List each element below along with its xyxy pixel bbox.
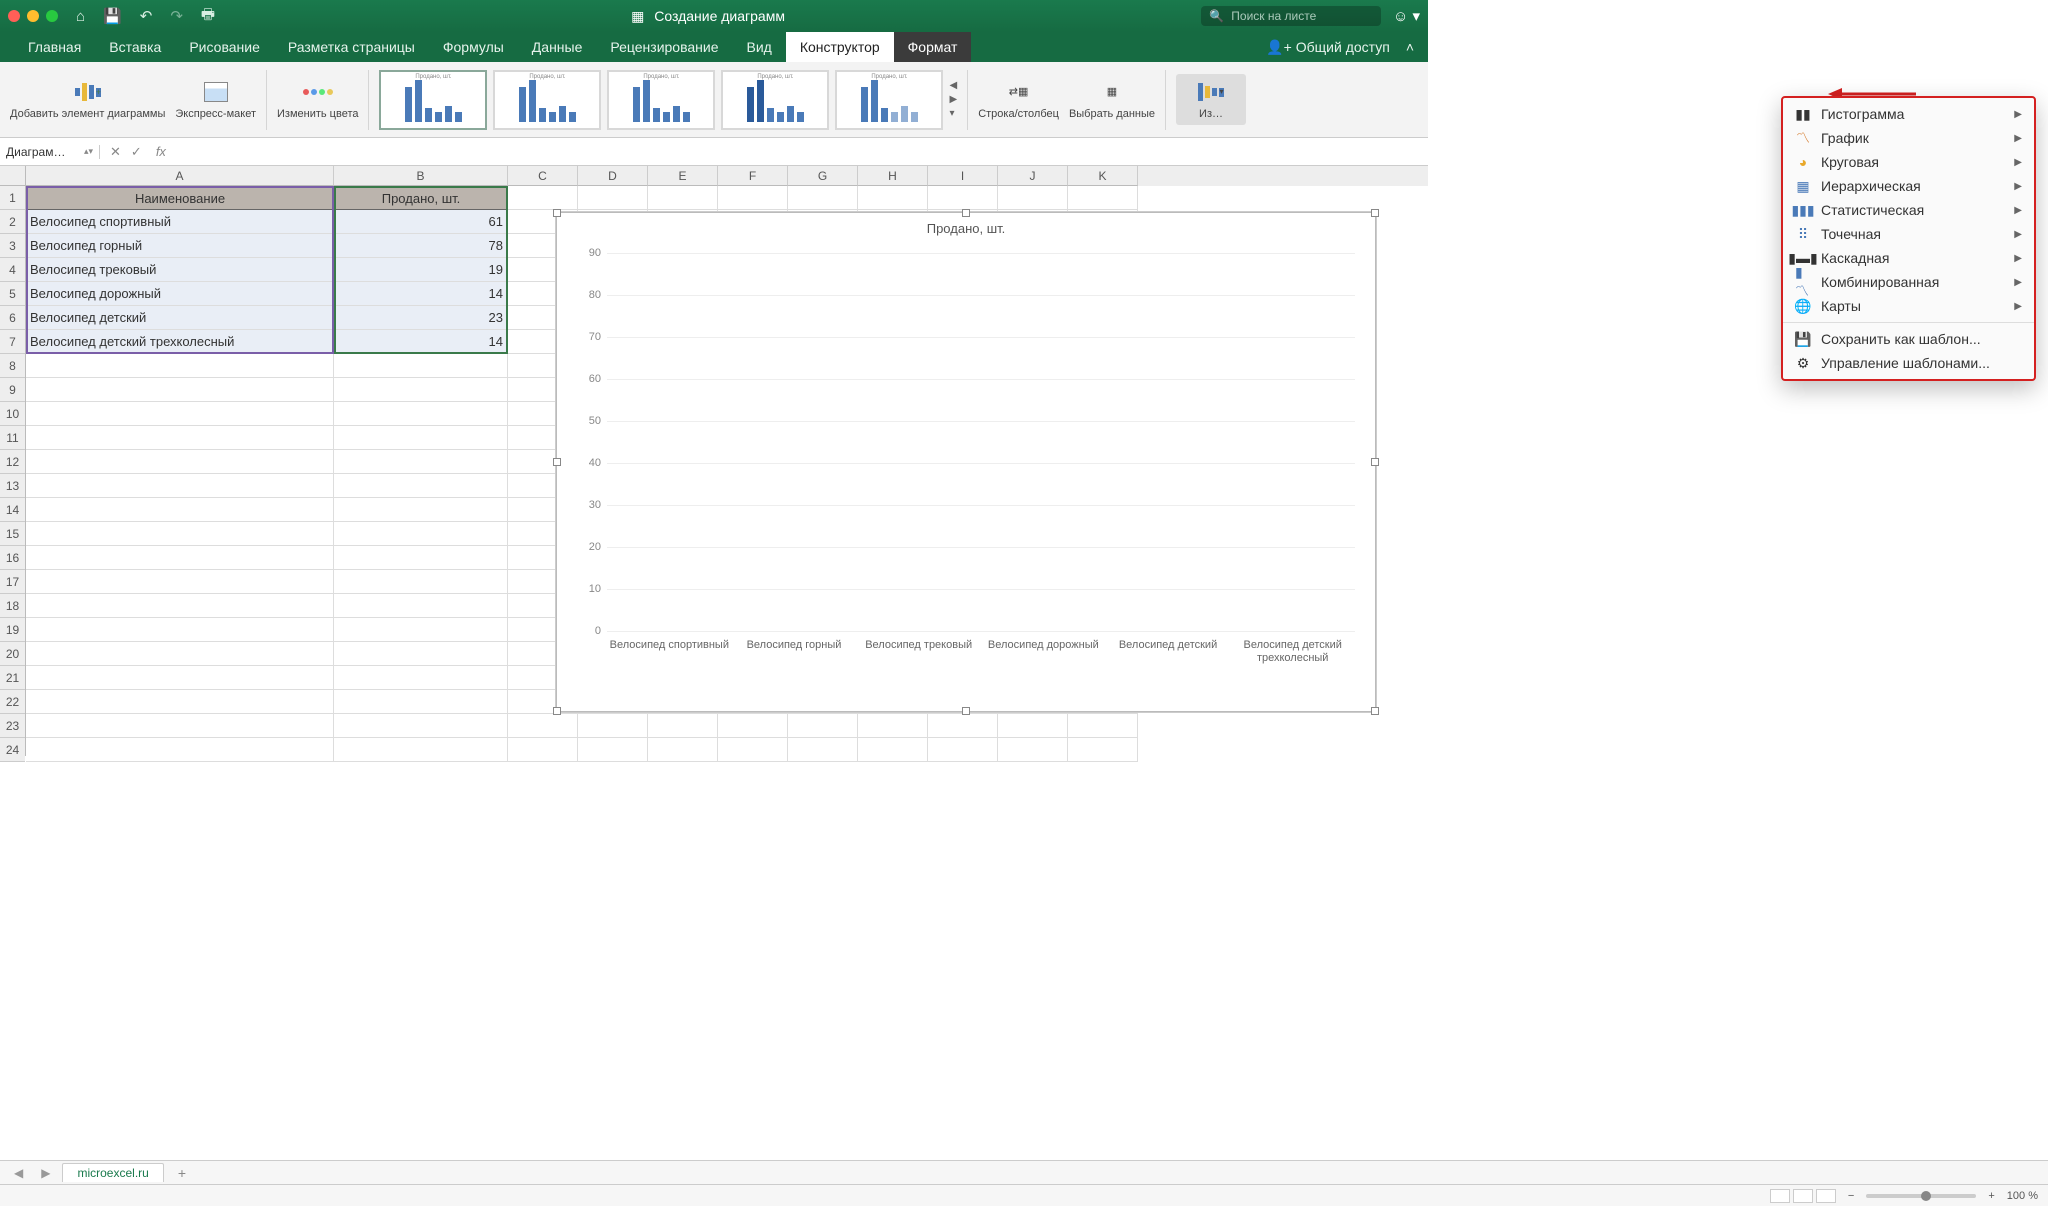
chart-styles-gallery[interactable]: Продано, шт. Продано, шт. Продано, шт. П… bbox=[379, 70, 957, 130]
change-chart-type-button[interactable]: ▾ Из… bbox=[1176, 74, 1246, 124]
row-headers[interactable]: 123456789101112131415161718192021222324 bbox=[0, 186, 26, 756]
menu-manage-templates[interactable]: ⚙Управление шаблонами... bbox=[1783, 351, 2034, 375]
chart-style-1[interactable]: Продано, шт. bbox=[379, 70, 487, 130]
switch-row-column-button[interactable]: ⇄▦ Строка/столбец bbox=[978, 78, 1059, 120]
tab-draw[interactable]: Рисование bbox=[175, 32, 274, 62]
undo-icon[interactable]: ↶ bbox=[140, 7, 153, 25]
chart-plot-area[interactable]: 0102030405060708090Велосипед спортивныйВ… bbox=[607, 253, 1355, 631]
collapse-ribbon-icon[interactable]: ˄ bbox=[1406, 39, 1414, 55]
menu-save-template[interactable]: 💾Сохранить как шаблон... bbox=[1783, 327, 2034, 351]
quick-access-toolbar: ⌂ 💾 ↶ ↷ 🖶 bbox=[76, 4, 215, 29]
add-chart-element-button[interactable]: + Добавить элемент диаграммы bbox=[10, 78, 165, 120]
manage-templates-icon: ⚙ bbox=[1795, 355, 1811, 371]
tab-home[interactable]: Главная bbox=[14, 32, 95, 62]
menu-histogram[interactable]: ▮▮Гистограмма▶ bbox=[1783, 102, 2034, 126]
chart-type-menu: ▮▮Гистограмма▶ 〽График▶ ◕Круговая▶ ▦Иера… bbox=[1781, 96, 2036, 381]
home-icon[interactable]: ⌂ bbox=[76, 8, 85, 25]
worksheet-grid[interactable]: 123456789101112131415161718192021222324 … bbox=[0, 186, 1428, 756]
redo-icon[interactable]: ↷ bbox=[170, 7, 183, 25]
quick-layout-button[interactable]: Экспресс-макет bbox=[175, 78, 256, 120]
window-controls bbox=[8, 10, 58, 22]
close-window[interactable] bbox=[8, 10, 20, 22]
name-box[interactable]: Диаграм…▴▾ bbox=[0, 145, 100, 159]
minimize-window[interactable] bbox=[27, 10, 39, 22]
scatter-icon: ⠿ bbox=[1795, 226, 1811, 242]
switch-icon: ⇄▦ bbox=[1003, 78, 1035, 106]
combo-chart-icon: ▮〽 bbox=[1795, 274, 1811, 290]
zoom-out[interactable]: − bbox=[1848, 1190, 1854, 1202]
cells-area[interactable]: НаименованиеПродано, шт.Велосипед спорти… bbox=[26, 186, 1428, 756]
menu-scatter[interactable]: ⠿Точечная▶ bbox=[1783, 222, 2034, 246]
sheet-tab[interactable]: microexcel.ru bbox=[62, 1163, 163, 1182]
column-headers[interactable]: ABCDEFGHIJK bbox=[26, 166, 1428, 186]
chart-style-5[interactable]: Продано, шт. bbox=[835, 70, 943, 130]
treemap-icon: ▦ bbox=[1795, 178, 1811, 194]
add-sheet-button[interactable]: + bbox=[170, 1165, 194, 1181]
menu-statistical[interactable]: ▮▮▮Статистическая▶ bbox=[1783, 198, 2034, 222]
tab-formulas[interactable]: Формулы bbox=[429, 32, 518, 62]
column-chart-icon: ▮▮ bbox=[1795, 106, 1811, 122]
tab-page-layout[interactable]: Разметка страницы bbox=[274, 32, 429, 62]
style-gallery-nav[interactable]: ◀▶▾ bbox=[949, 80, 957, 119]
cancel-icon[interactable]: ✕ bbox=[110, 144, 121, 160]
tab-data[interactable]: Данные bbox=[518, 32, 597, 62]
title-bar: ⌂ 💾 ↶ ↷ 🖶 ▦ Создание диаграмм 🔍 Поиск на… bbox=[0, 0, 1428, 32]
enter-icon[interactable]: ✓ bbox=[131, 144, 142, 160]
menu-combo[interactable]: ▮〽Комбинированная▶ bbox=[1783, 270, 2034, 294]
chart-title[interactable]: Продано, шт. bbox=[557, 221, 1375, 236]
zoom-slider[interactable] bbox=[1866, 1194, 1976, 1198]
tab-format[interactable]: Формат bbox=[894, 32, 972, 62]
view-buttons[interactable] bbox=[1770, 1189, 1836, 1203]
save-icon[interactable]: 💾 bbox=[103, 7, 122, 25]
maximize-window[interactable] bbox=[46, 10, 58, 22]
select-data-button[interactable]: ▦ Выбрать данные bbox=[1069, 78, 1155, 120]
embedded-chart[interactable]: Продано, шт. 0102030405060708090Велосипе… bbox=[556, 212, 1376, 712]
menu-line[interactable]: 〽График▶ bbox=[1783, 126, 2034, 150]
menu-maps[interactable]: 🌐Карты▶ bbox=[1783, 294, 2034, 318]
tab-chart-design[interactable]: Конструктор bbox=[786, 32, 894, 62]
document-title: ▦ Создание диаграмм bbox=[215, 8, 1201, 25]
select-all-corner[interactable] bbox=[0, 166, 26, 186]
search-icon: 🔍 bbox=[1209, 9, 1224, 23]
chart-style-3[interactable]: Продано, шт. bbox=[607, 70, 715, 130]
change-colors-button[interactable]: Изменить цвета bbox=[277, 78, 358, 120]
tab-review[interactable]: Рецензирование bbox=[596, 32, 732, 62]
histogram-icon: ▮▮▮ bbox=[1795, 202, 1811, 218]
globe-icon: 🌐 bbox=[1795, 298, 1811, 314]
sheet-nav-next[interactable]: ▶ bbox=[35, 1166, 56, 1180]
sheet-nav-prev[interactable]: ◀ bbox=[8, 1166, 29, 1180]
ribbon: + Добавить элемент диаграммы Экспресс-ма… bbox=[0, 62, 1428, 138]
tab-insert[interactable]: Вставка bbox=[95, 32, 175, 62]
excel-icon: ▦ bbox=[631, 8, 644, 24]
share-button[interactable]: 👤+ Общий доступ bbox=[1266, 39, 1390, 56]
print-icon[interactable]: 🖶 bbox=[201, 4, 215, 29]
menu-hierarchy[interactable]: ▦Иерархическая▶ bbox=[1783, 174, 2034, 198]
pie-chart-icon: ◕ bbox=[1795, 154, 1811, 170]
chart-style-4[interactable]: Продано, шт. bbox=[721, 70, 829, 130]
save-template-icon: 💾 bbox=[1795, 331, 1811, 347]
fx-label[interactable]: fx bbox=[156, 144, 166, 160]
menu-pie[interactable]: ◕Круговая▶ bbox=[1783, 150, 2034, 174]
formula-bar: Диаграм…▴▾ ✕ ✓ fx bbox=[0, 138, 1428, 166]
search-input[interactable]: 🔍 Поиск на листе bbox=[1201, 6, 1381, 26]
menu-waterfall[interactable]: ▮▬▮Каскадная▶ bbox=[1783, 246, 2034, 270]
status-bar: − + 100 % bbox=[0, 1184, 2048, 1206]
zoom-in[interactable]: + bbox=[1988, 1190, 1994, 1202]
feedback-icon[interactable]: ☺ ▾ bbox=[1393, 7, 1420, 25]
line-chart-icon: 〽 bbox=[1795, 130, 1811, 146]
ribbon-tabs: Главная Вставка Рисование Разметка стран… bbox=[0, 32, 1428, 62]
tab-view[interactable]: Вид bbox=[733, 32, 786, 62]
table-icon: ▦ bbox=[1096, 78, 1128, 106]
sheet-tab-bar: ◀ ▶ microexcel.ru + bbox=[0, 1160, 2048, 1184]
chart-style-2[interactable]: Продано, шт. bbox=[493, 70, 601, 130]
zoom-level[interactable]: 100 % bbox=[2007, 1190, 2038, 1202]
